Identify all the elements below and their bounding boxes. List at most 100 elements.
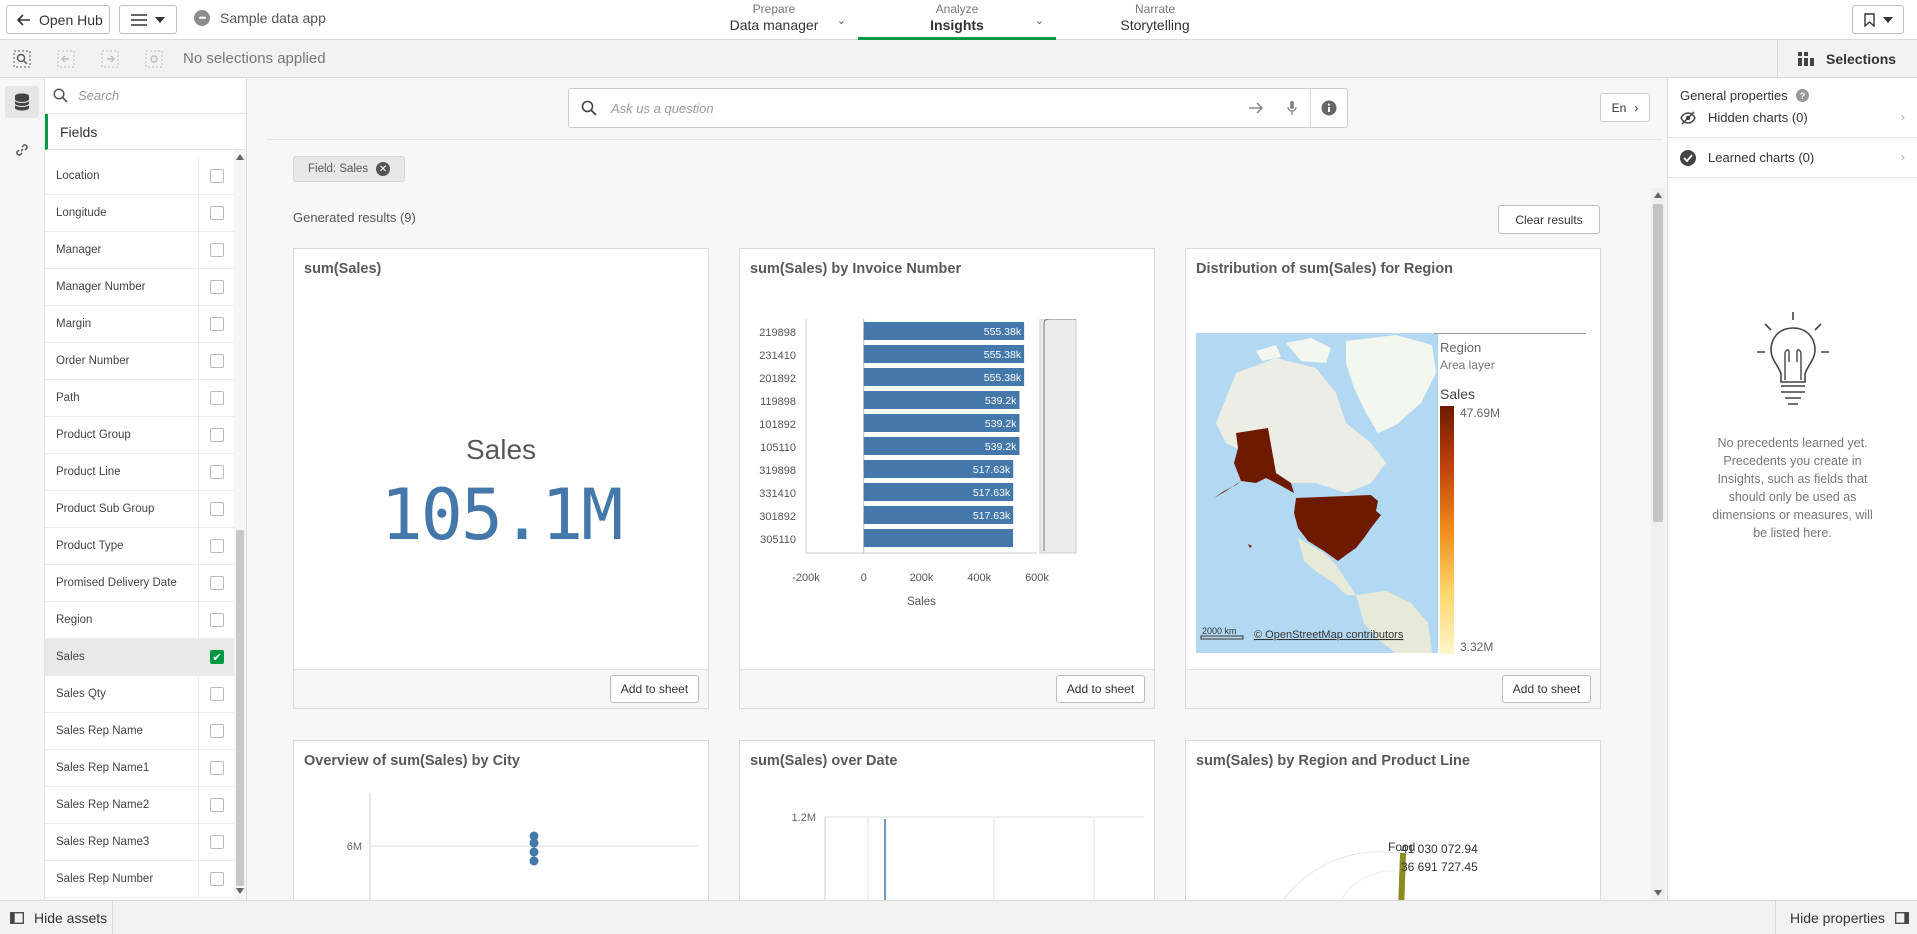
field-item[interactable]: Sales Rep Name [45, 713, 235, 750]
step-back-button[interactable] [44, 40, 88, 78]
add-to-sheet-button[interactable]: Add to sheet [1502, 675, 1591, 703]
kpi-card[interactable]: sum(Sales) Sales 105.1M Add to sheet [293, 248, 709, 709]
data-point[interactable] [529, 838, 539, 848]
tab-prepare[interactable]: Prepare Data manager ⌄ [690, 0, 858, 40]
field-item[interactable]: Promised Delivery Date [45, 565, 235, 602]
field-checkbox[interactable] [210, 539, 224, 553]
ask-question-input[interactable]: Ask us a question [597, 101, 1238, 116]
field-item[interactable]: Location [45, 158, 235, 195]
open-hub-label: Open Hub [39, 11, 103, 28]
data-point[interactable] [529, 856, 539, 866]
field-checkbox[interactable] [210, 576, 224, 590]
field-item[interactable]: Product Group [45, 417, 235, 454]
learned-charts-row[interactable]: Learned charts (0) › [1668, 138, 1917, 178]
field-checkbox[interactable] [210, 761, 224, 775]
field-item[interactable]: Path [45, 380, 235, 417]
bar-chart[interactable]: 219898 555.38k 231410 555.38k 201892 555.38k 1… [740, 319, 1154, 659]
field-search[interactable]: Search [45, 78, 246, 114]
results-scroll-thumb[interactable] [1653, 204, 1663, 522]
results-scrollbar[interactable] [1651, 188, 1665, 900]
field-checkbox[interactable] [210, 280, 224, 294]
data-assets-button[interactable] [5, 86, 39, 118]
bar-category-label: 231410 [759, 350, 796, 362]
bookmark-icon [1863, 12, 1875, 27]
field-checkbox[interactable] [210, 872, 224, 886]
language-button[interactable]: En › [1600, 93, 1650, 122]
field-item[interactable]: Product Sub Group [45, 491, 235, 528]
field-item[interactable]: Sales Rep Number [45, 861, 235, 898]
city-chart[interactable]: 6M [294, 781, 708, 910]
bar[interactable] [863, 529, 1014, 547]
hide-assets-button[interactable]: Hide assets [0, 901, 113, 934]
field-item[interactable]: Longitude [45, 195, 235, 232]
field-checkbox[interactable] [210, 243, 224, 257]
field-item[interactable]: Sales Rep Name3 [45, 824, 235, 861]
navigation-menu-button[interactable] [119, 5, 177, 34]
field-checkbox[interactable] [210, 428, 224, 442]
field-checkbox[interactable] [210, 317, 224, 331]
ask-question-box[interactable]: Ask us a question [568, 88, 1348, 128]
bookmark-button[interactable] [1852, 5, 1904, 34]
fields-header[interactable]: Fields [45, 114, 246, 150]
data-point[interactable] [529, 847, 539, 857]
tab-narrate[interactable]: Narrate Storytelling [1100, 0, 1210, 40]
region-line-chart[interactable]: Food 41 030 072.94 36 691 727.45 [1186, 781, 1600, 910]
field-item[interactable]: Manager Number [45, 269, 235, 306]
field-filter-chip[interactable]: Field: Sales ✕ [293, 156, 405, 182]
field-checkbox[interactable] [210, 835, 224, 849]
x-tick-label: 200k [910, 572, 934, 584]
field-list-scroll-thumb[interactable] [236, 530, 244, 886]
smart-search-button[interactable] [0, 40, 44, 78]
field-checkbox[interactable] [210, 354, 224, 368]
selections-button[interactable]: Selections [1777, 40, 1917, 78]
add-to-sheet-button[interactable]: Add to sheet [610, 675, 699, 703]
field-item[interactable]: Sales ✔ [45, 639, 235, 676]
field-checkbox-checked[interactable]: ✔ [210, 650, 224, 664]
clear-results-button[interactable]: Clear results [1498, 205, 1600, 234]
field-item-label: Sales Rep Name1 [56, 762, 150, 774]
info-button[interactable] [1311, 89, 1347, 127]
open-hub-button[interactable]: Open Hub [6, 5, 110, 34]
clear-selections-button[interactable] [132, 40, 176, 78]
field-list-scrollbar[interactable] [234, 150, 246, 900]
hide-properties-button[interactable]: Hide properties [1775, 901, 1917, 934]
field-checkbox[interactable] [210, 687, 224, 701]
field-checkbox[interactable] [210, 613, 224, 627]
bar-chart-card[interactable]: sum(Sales) by Invoice Number 219898 555.3… [739, 248, 1155, 709]
region-product-line-card[interactable]: sum(Sales) by Region and Product Line Fo… [1185, 740, 1601, 910]
search-icon [53, 88, 68, 103]
add-to-sheet-button[interactable]: Add to sheet [1056, 675, 1145, 703]
fields-panel: Search Fields Location Longitude Manager Ma… [45, 78, 247, 900]
field-item[interactable]: Margin [45, 306, 235, 343]
field-item[interactable]: Region [45, 602, 235, 639]
field-item[interactable]: Product Type [45, 528, 235, 565]
step-forward-button[interactable] [88, 40, 132, 78]
region-map[interactable]: 2000 km © OpenStreetMap contributors [1196, 333, 1438, 653]
header-divider [267, 139, 1662, 140]
field-item[interactable]: Sales Rep Name2 [45, 787, 235, 824]
field-item[interactable]: Order Number [45, 343, 235, 380]
field-checkbox[interactable] [210, 206, 224, 220]
map-card[interactable]: Distribution of sum(Sales) for Region 20… [1185, 248, 1601, 709]
link-assets-button[interactable] [5, 134, 39, 166]
date-chart[interactable]: 1.2M [740, 781, 1154, 910]
field-checkbox[interactable] [210, 465, 224, 479]
field-checkbox[interactable] [210, 724, 224, 738]
field-checkbox[interactable] [210, 798, 224, 812]
hidden-charts-row[interactable]: Hidden charts (0) › [1668, 98, 1917, 138]
sales-over-date-card[interactable]: sum(Sales) over Date 1.2M [739, 740, 1155, 910]
field-item[interactable]: Sales Rep Name1 [45, 750, 235, 787]
field-item[interactable]: Manager [45, 232, 235, 269]
city-overview-card[interactable]: Overview of sum(Sales) by City 6M [293, 740, 709, 910]
field-checkbox[interactable] [210, 391, 224, 405]
field-item[interactable]: Sales Qty [45, 676, 235, 713]
field-item[interactable]: Product Line [45, 454, 235, 491]
submit-question-button[interactable] [1238, 89, 1274, 127]
field-checkbox[interactable] [210, 502, 224, 516]
remove-chip-icon[interactable]: ✕ [376, 162, 391, 176]
tab-analyze[interactable]: Analyze Insights ⌄ [858, 0, 1056, 40]
mini-chart-scrollbar[interactable] [1039, 319, 1077, 554]
field-checkbox[interactable] [210, 169, 224, 183]
map-attribution[interactable]: © OpenStreetMap contributors [1254, 629, 1404, 641]
voice-input-button[interactable] [1274, 89, 1310, 127]
